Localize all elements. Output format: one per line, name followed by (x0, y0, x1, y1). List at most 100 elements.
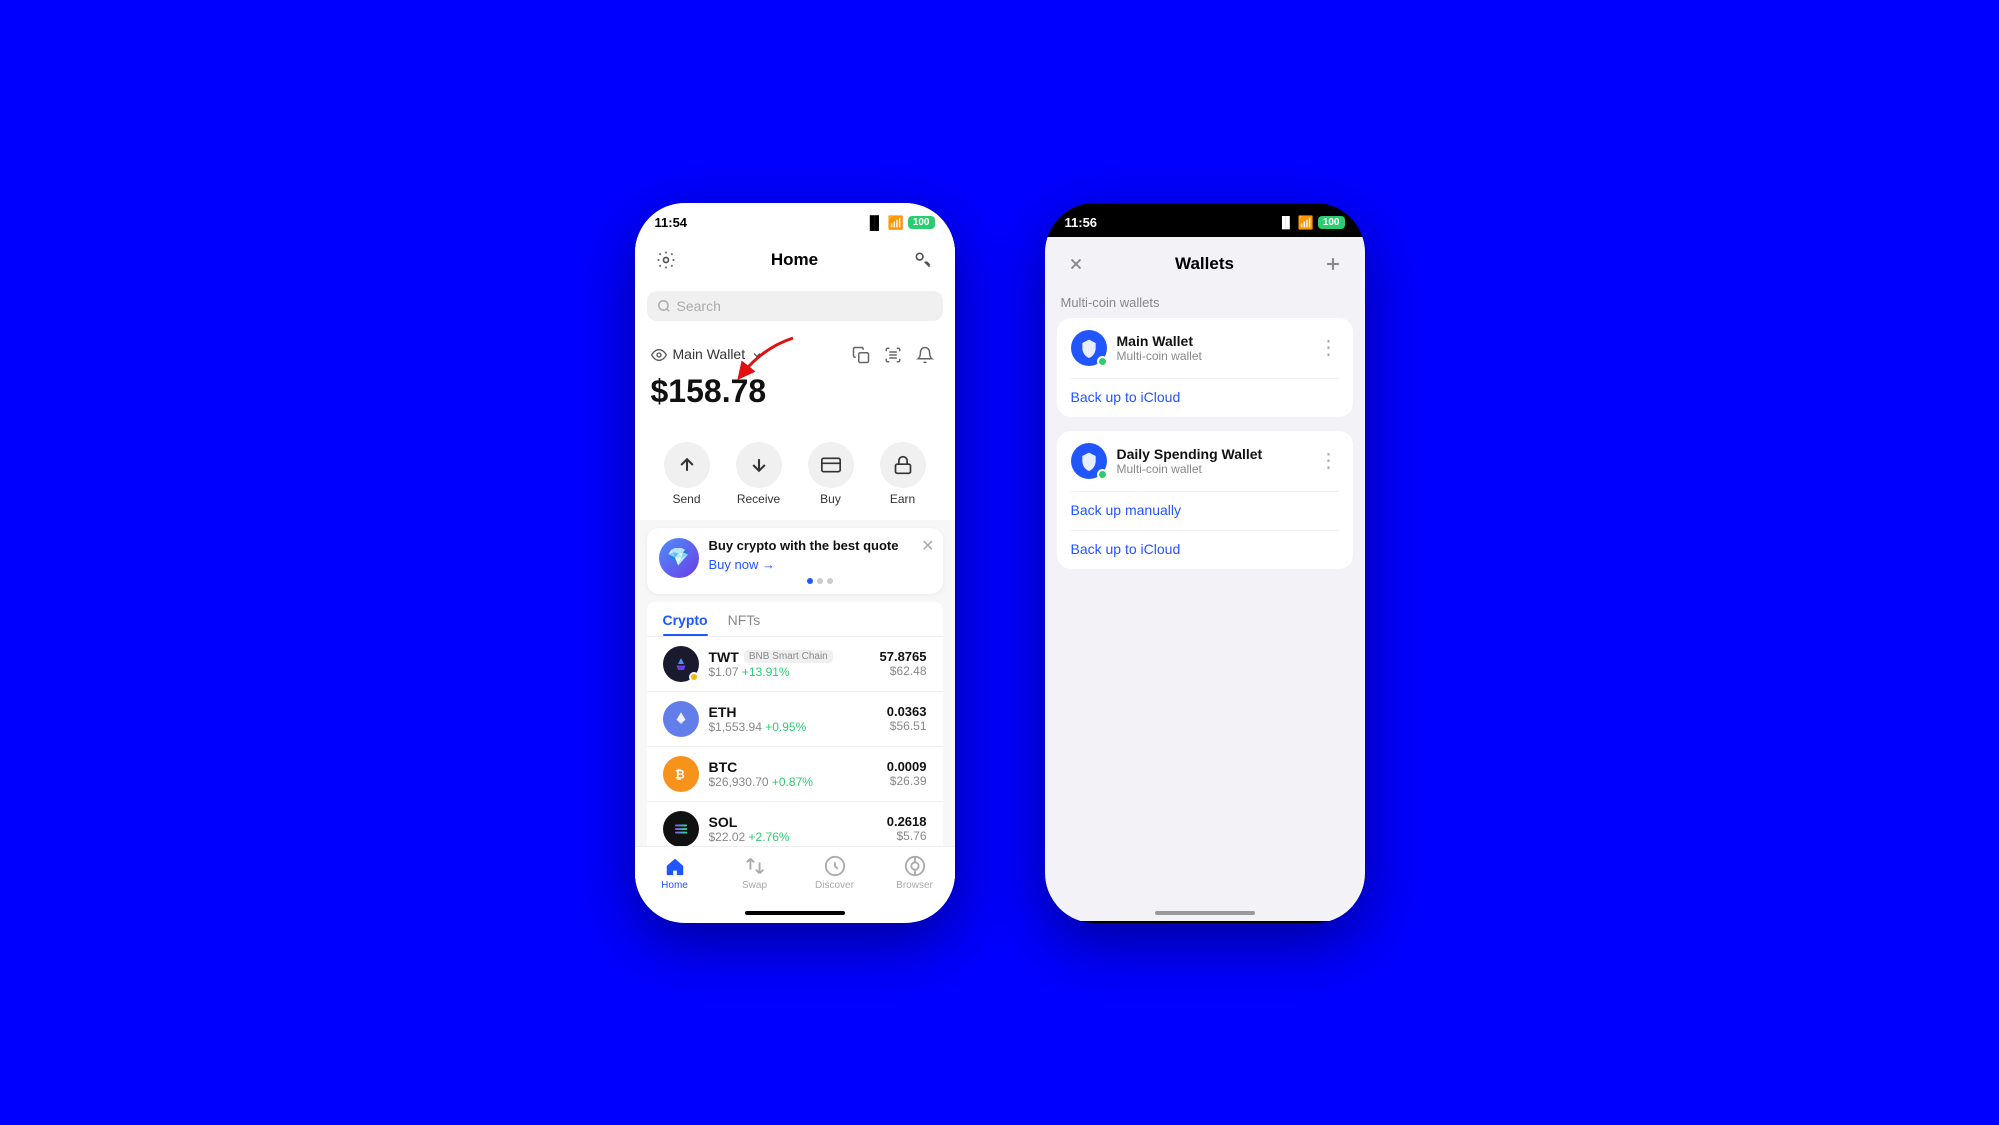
signal-icon: ▐▌ (865, 215, 883, 230)
promo-banner: 💎 Buy crypto with the best quote Buy now… (647, 528, 943, 594)
bell-icon[interactable] (911, 341, 939, 369)
sol-icon (663, 811, 699, 846)
nav-home-label: Home (661, 880, 688, 891)
nav-home[interactable]: Home (635, 855, 715, 891)
home-indicator-2 (1045, 905, 1365, 921)
twt-icon (663, 646, 699, 682)
wifi-icon-2: 📶 (1298, 215, 1314, 231)
time-1: 11:54 (655, 215, 688, 230)
list-item[interactable]: TWT BNB Smart Chain $1.07 +13.91% 57.876… (647, 636, 943, 691)
nav-swap[interactable]: Swap (715, 855, 795, 891)
time-2: 11:56 (1065, 215, 1098, 230)
buy-icon (808, 442, 854, 488)
status-icons-2: ▐▌ 📶 100 (1278, 215, 1344, 231)
bottom-navigation: Home Swap Discover (635, 846, 955, 905)
receive-label: Receive (737, 492, 780, 506)
list-item[interactable]: SOL $22.02 +2.76% 0.2618 $5.76 (647, 801, 943, 846)
copy-icon[interactable] (847, 341, 875, 369)
btc-amounts: 0.0009 $26.39 (887, 759, 927, 788)
home-indicator (635, 905, 955, 921)
crypto-list: TWT BNB Smart Chain $1.07 +13.91% 57.876… (647, 636, 943, 846)
daily-wallet-item[interactable]: Daily Spending Wallet Multi-coin wallet … (1057, 431, 1353, 491)
eth-amounts: 0.0363 $56.51 (887, 704, 927, 733)
backup-manually-link[interactable]: Back up manually (1057, 492, 1353, 530)
twt-amounts: 57.8765 $62.48 (880, 649, 927, 678)
green-dot-2 (1097, 469, 1108, 480)
send-label: Send (672, 492, 700, 506)
wallet-actions-icons (847, 341, 939, 369)
home-header: Home (635, 237, 955, 285)
backup-icloud-link-1[interactable]: Back up to iCloud (1057, 379, 1353, 417)
buy-label: Buy (820, 492, 841, 506)
daily-wallet-info: Daily Spending Wallet Multi-coin wallet (1117, 446, 1309, 476)
list-item[interactable]: ETH $1,553.94 +0.95% 0.0363 $56.51 (647, 691, 943, 746)
nav-discover-label: Discover (815, 880, 854, 891)
btc-icon: ₿ (663, 756, 699, 792)
main-wallet-icon (1071, 330, 1107, 366)
tab-crypto[interactable]: Crypto (663, 602, 708, 636)
chain-dot (689, 672, 699, 682)
section-label-multi-coin: Multi-coin wallets (1045, 289, 1365, 314)
battery-1: 100 (908, 216, 935, 229)
svg-text:₿: ₿ (675, 767, 685, 781)
main-wallet-card: Main Wallet Multi-coin wallet ⋮ Back up … (1057, 318, 1353, 417)
scan-icon[interactable] (879, 341, 907, 369)
search-input-wrap[interactable]: Search (647, 291, 943, 321)
phone-wallets-screen: 11:56 ▐▌ 📶 100 Wallets (1045, 203, 1365, 923)
send-icon (664, 442, 710, 488)
sol-amounts: 0.2618 $5.76 (887, 814, 927, 843)
promo-dots (709, 578, 931, 584)
battery-2: 100 (1318, 216, 1345, 229)
wallet-label-row: Main Wallet (651, 341, 939, 369)
backup-icloud-link-2[interactable]: Back up to iCloud (1057, 531, 1353, 569)
send-button[interactable]: Send (651, 442, 723, 506)
status-icons-1: ▐▌ 📶 100 (865, 215, 934, 231)
daily-spending-wallet-card: Daily Spending Wallet Multi-coin wallet … (1057, 431, 1353, 569)
nav-browser-label: Browser (896, 880, 933, 891)
main-wallet-more-button[interactable]: ⋮ (1319, 335, 1339, 360)
receive-button[interactable]: Receive (723, 442, 795, 506)
wallet-section: Main Wallet (635, 331, 955, 430)
receive-icon (736, 442, 782, 488)
promo-title: Buy crypto with the best quote (709, 538, 931, 553)
page-title: Home (771, 250, 818, 270)
twt-info: TWT BNB Smart Chain $1.07 +13.91% (709, 649, 870, 679)
buy-button[interactable]: Buy (795, 442, 867, 506)
nav-browser[interactable]: Browser (875, 855, 955, 891)
daily-wallet-more-button[interactable]: ⋮ (1319, 448, 1339, 473)
tab-nfts[interactable]: NFTs (728, 602, 761, 636)
daily-wallet-icon (1071, 443, 1107, 479)
promo-close-button[interactable]: ✕ (921, 536, 934, 556)
asset-tabs: Crypto NFTs (647, 602, 943, 636)
signal-icon-2: ▐▌ (1278, 217, 1294, 229)
close-button[interactable] (1061, 249, 1091, 279)
key-icon[interactable] (908, 245, 938, 275)
main-wallet-item[interactable]: Main Wallet Multi-coin wallet ⋮ (1057, 318, 1353, 378)
sol-info: SOL $22.02 +2.76% (709, 814, 877, 844)
btc-info: BTC $26,930.70 +0.87% (709, 759, 877, 789)
promo-text: Buy crypto with the best quote Buy now → (709, 538, 931, 584)
search-bar: Search (635, 285, 955, 331)
earn-icon (880, 442, 926, 488)
home-screen-content: Home Search (635, 237, 955, 921)
eth-icon (663, 701, 699, 737)
settings-icon[interactable] (651, 245, 681, 275)
status-bar-1: 11:54 ▐▌ 📶 100 (635, 203, 955, 237)
add-wallet-button[interactable] (1318, 249, 1348, 279)
dot-3 (827, 578, 833, 584)
promo-link[interactable]: Buy now → (709, 557, 931, 572)
eye-icon (651, 347, 667, 363)
wallets-page-title: Wallets (1175, 254, 1234, 274)
phone-home-screen: 11:54 ▐▌ 📶 100 Home (635, 203, 955, 923)
nav-discover[interactable]: Discover (795, 855, 875, 891)
main-wallet-info: Main Wallet Multi-coin wallet (1117, 333, 1309, 363)
wallets-header: Wallets (1045, 237, 1365, 289)
list-item[interactable]: ₿ BTC $26,930.70 +0.87% 0.0009 $26.39 (647, 746, 943, 801)
earn-button[interactable]: Earn (867, 442, 939, 506)
quick-actions: Send Receive Buy (635, 430, 955, 520)
wifi-icon: 📶 (888, 215, 904, 231)
earn-label: Earn (890, 492, 915, 506)
eth-info: ETH $1,553.94 +0.95% (709, 704, 877, 734)
green-dot (1097, 356, 1108, 367)
search-placeholder: Search (677, 298, 721, 314)
